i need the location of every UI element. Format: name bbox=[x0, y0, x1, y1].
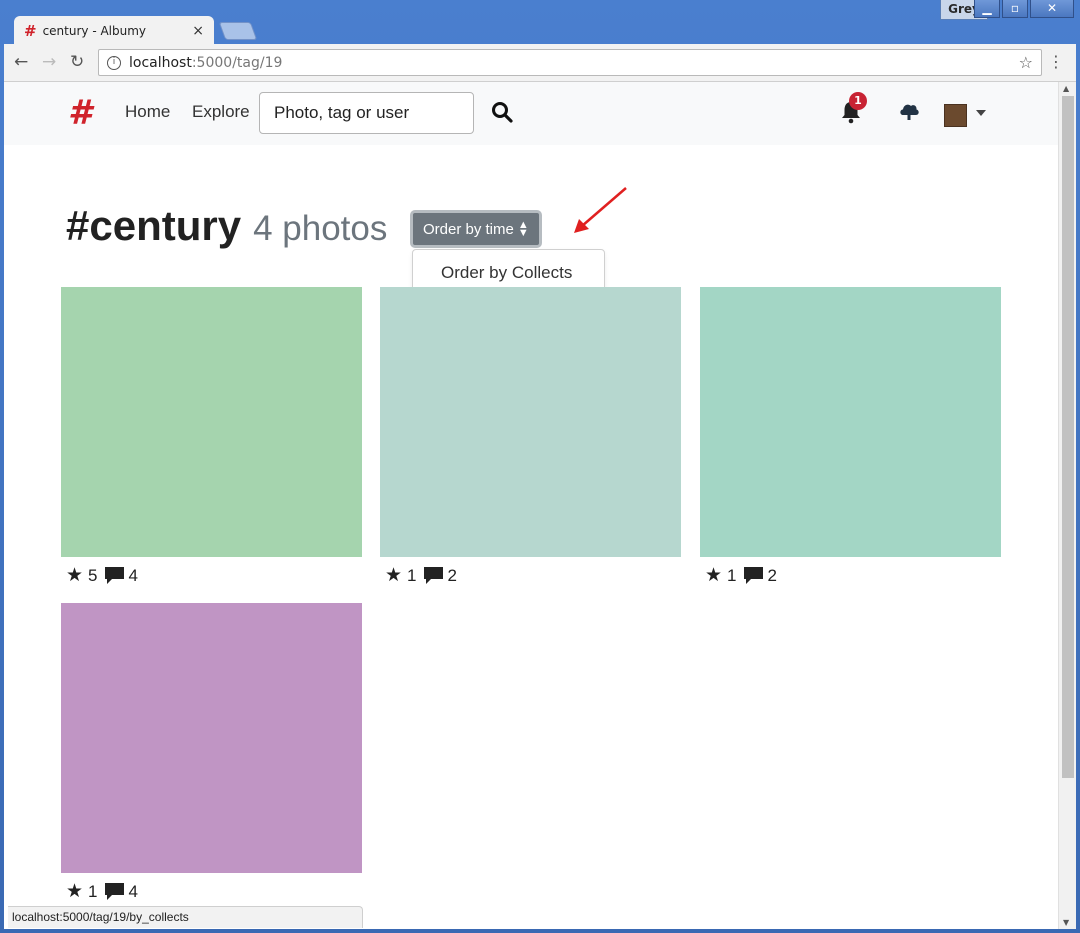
window-controls: ▁ ▫ ✕ bbox=[974, 0, 1074, 18]
tag-name: #century bbox=[66, 202, 242, 249]
browser-toolbar: ← → ↻ i localhost:5000/tag/19 ☆ ⋮ bbox=[4, 44, 1076, 82]
url-host: localhost bbox=[129, 54, 192, 71]
scrollbar-thumb[interactable] bbox=[1062, 96, 1074, 778]
vertical-scrollbar[interactable]: ▲ ▼ bbox=[1058, 82, 1076, 929]
favicon-icon: # bbox=[24, 22, 37, 40]
star-icon: ★ bbox=[66, 881, 84, 902]
sort-updown-icon: ▲ ▼ bbox=[517, 219, 529, 239]
nav-explore-link[interactable]: Explore bbox=[192, 102, 250, 122]
browser-tab[interactable]: # century - Albumy × bbox=[14, 16, 214, 46]
collect-count: 1 bbox=[727, 565, 737, 585]
upload-cloud-icon[interactable] bbox=[898, 100, 920, 124]
maximize-icon[interactable]: ▫ bbox=[1002, 0, 1028, 18]
collect-count: 5 bbox=[88, 565, 98, 585]
page-title: #century 4 photos bbox=[66, 202, 387, 250]
info-icon[interactable]: i bbox=[107, 55, 121, 70]
star-icon: ★ bbox=[705, 565, 723, 586]
photo-card[interactable] bbox=[700, 287, 1001, 557]
tab-strip: # century - Albumy × bbox=[8, 14, 908, 46]
url-path: :5000/tag/19 bbox=[191, 54, 283, 71]
address-bar[interactable]: i localhost:5000/tag/19 ☆ bbox=[98, 49, 1042, 76]
notification-badge: 1 bbox=[849, 92, 867, 110]
comment-count: 4 bbox=[128, 565, 138, 585]
tab-title: century - Albumy bbox=[42, 24, 147, 38]
search-input[interactable] bbox=[259, 92, 474, 134]
scroll-up-icon[interactable]: ▲ bbox=[1063, 84, 1069, 93]
comment-count: 2 bbox=[447, 565, 457, 585]
scroll-down-icon[interactable]: ▼ bbox=[1063, 918, 1069, 927]
photo-card[interactable] bbox=[380, 287, 681, 557]
menu-dots-icon[interactable]: ⋮ bbox=[1048, 52, 1064, 71]
comment-icon bbox=[104, 883, 124, 900]
order-by-collects-item[interactable]: Order by Collects bbox=[413, 250, 604, 283]
comment-count: 4 bbox=[128, 881, 138, 901]
star-icon: ★ bbox=[385, 565, 403, 586]
search-icon[interactable] bbox=[490, 100, 514, 124]
order-button-label: Order by time bbox=[423, 220, 514, 238]
app-navbar: # Home Explore 1 bbox=[4, 82, 1058, 145]
back-arrow-icon[interactable]: ← bbox=[14, 52, 28, 72]
comment-icon bbox=[104, 567, 124, 584]
browser-window: Grey ▁ ▫ ✕ # century - Albumy × ← → ↻ i … bbox=[0, 0, 1080, 933]
brand-logo[interactable]: # bbox=[68, 95, 92, 131]
page-viewport: # Home Explore 1 #century 4 photos bbox=[4, 82, 1058, 929]
collect-count: 1 bbox=[88, 881, 98, 901]
minimize-icon[interactable]: ▁ bbox=[974, 0, 1000, 18]
comment-icon bbox=[423, 567, 443, 584]
new-tab-button[interactable] bbox=[218, 22, 258, 40]
photo-count: 4 photos bbox=[253, 209, 388, 248]
comment-icon bbox=[743, 567, 763, 584]
comment-count: 2 bbox=[767, 565, 777, 585]
reload-icon[interactable]: ↻ bbox=[70, 52, 84, 72]
avatar[interactable] bbox=[944, 104, 967, 127]
photo-stats: ★ 1 2 bbox=[705, 564, 779, 587]
tab-close-icon[interactable]: × bbox=[192, 23, 204, 39]
photo-stats: ★ 5 4 bbox=[66, 564, 140, 587]
annotation-arrow-icon bbox=[574, 187, 627, 233]
collect-count: 1 bbox=[407, 565, 417, 585]
photo-card[interactable] bbox=[61, 603, 362, 873]
close-icon[interactable]: ✕ bbox=[1030, 0, 1074, 18]
photo-card[interactable] bbox=[61, 287, 362, 557]
forward-arrow-icon[interactable]: → bbox=[42, 52, 56, 72]
photo-stats: ★ 1 4 bbox=[66, 880, 140, 903]
order-dropdown-button[interactable]: Order by time ▲ ▼ bbox=[410, 210, 542, 248]
photo-stats: ★ 1 2 bbox=[385, 564, 459, 587]
bookmark-star-icon[interactable]: ☆ bbox=[1019, 53, 1033, 72]
star-icon: ★ bbox=[66, 565, 84, 586]
status-bar-url: localhost:5000/tag/19/by_collects bbox=[8, 906, 363, 928]
nav-home-link[interactable]: Home bbox=[125, 102, 170, 122]
chevron-down-icon[interactable] bbox=[976, 110, 986, 116]
